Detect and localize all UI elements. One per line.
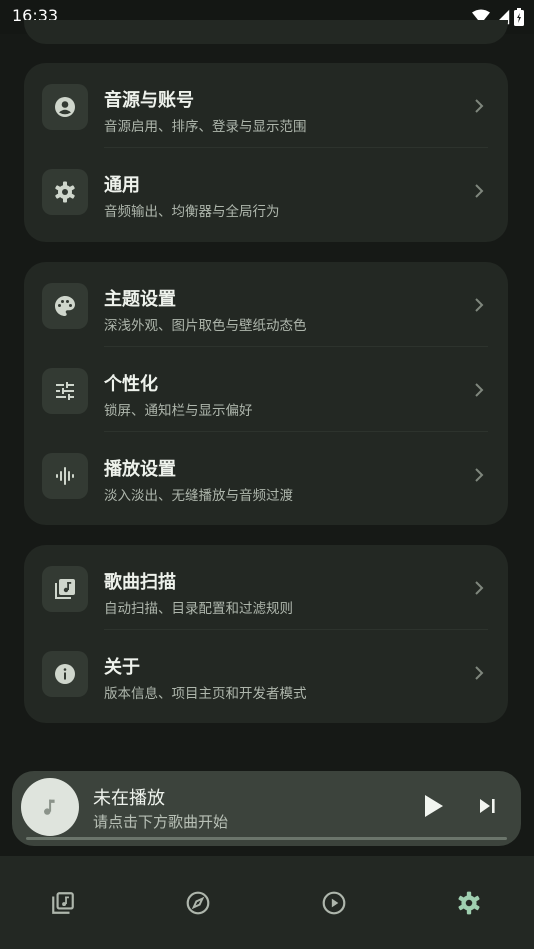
play-circle-icon xyxy=(322,891,346,915)
library-icon xyxy=(52,892,74,914)
tab-settings[interactable] xyxy=(424,876,514,932)
album-cover xyxy=(21,778,79,836)
tab-now-playing[interactable] xyxy=(289,876,379,932)
previous-card-edge xyxy=(24,20,508,44)
settings-item-playback[interactable]: 播放设置 淡入淡出、无缝播放与音频过渡 xyxy=(24,432,508,517)
item-title: 通用 xyxy=(104,175,140,196)
gear-icon xyxy=(42,169,88,215)
chevron-right-icon xyxy=(475,666,484,680)
settings-group-appearance: 主题设置 深浅外观、图片取色与壁纸动态色 个性化 锁屏、通知栏与显示偏好 播放设… xyxy=(24,262,508,525)
item-subtitle: 版本信息、项目主页和开发者模式 xyxy=(104,686,307,702)
battery-icon xyxy=(514,8,524,26)
tune-icon xyxy=(42,368,88,414)
skip-next-button[interactable] xyxy=(477,795,499,817)
tab-discover[interactable] xyxy=(153,876,243,932)
palette-icon xyxy=(42,283,88,329)
waveform-icon xyxy=(42,453,88,499)
settings-item-theme[interactable]: 主题设置 深浅外观、图片取色与壁纸动态色 xyxy=(24,262,508,347)
item-title: 主题设置 xyxy=(104,289,176,310)
chevron-right-icon xyxy=(475,184,484,198)
item-subtitle: 自动扫描、目录配置和过滤规则 xyxy=(104,601,293,617)
settings-item-song-scan[interactable]: 歌曲扫描 自动扫描、目录配置和过滤规则 xyxy=(24,545,508,630)
chevron-right-icon xyxy=(475,468,484,482)
settings-group-accounts: 音源与账号 音源启用、排序、登录与显示范围 通用 音频输出、均衡器与全局行为 xyxy=(24,63,508,242)
now-playing-subtitle: 请点击下方歌曲开始 xyxy=(93,813,229,831)
account-circle-icon xyxy=(42,84,88,130)
item-title: 个性化 xyxy=(104,374,158,395)
item-title: 歌曲扫描 xyxy=(104,572,176,593)
item-subtitle: 音频输出、均衡器与全局行为 xyxy=(104,204,280,220)
item-title: 播放设置 xyxy=(104,459,176,480)
now-playing-title: 未在播放 xyxy=(93,788,165,809)
item-subtitle: 音源启用、排序、登录与显示范围 xyxy=(104,119,307,135)
settings-group-about: 歌曲扫描 自动扫描、目录配置和过滤规则 关于 版本信息、项目主页和开发者模式 xyxy=(24,545,508,723)
info-icon xyxy=(42,651,88,697)
item-subtitle: 锁屏、通知栏与显示偏好 xyxy=(104,403,253,419)
chevron-right-icon xyxy=(475,581,484,595)
music-library-icon xyxy=(42,566,88,612)
gear-icon xyxy=(458,891,480,915)
item-subtitle: 深浅外观、图片取色与壁纸动态色 xyxy=(104,318,307,334)
item-title: 音源与账号 xyxy=(104,90,194,111)
chevron-right-icon xyxy=(475,99,484,113)
settings-item-about[interactable]: 关于 版本信息、项目主页和开发者模式 xyxy=(24,630,508,715)
item-title: 关于 xyxy=(104,657,140,678)
mini-player[interactable]: 未在播放 请点击下方歌曲开始 xyxy=(12,771,521,846)
chevron-right-icon xyxy=(475,298,484,312)
chevron-right-icon xyxy=(475,383,484,397)
item-subtitle: 淡入淡出、无缝播放与音频过渡 xyxy=(104,488,293,504)
music-note-icon xyxy=(44,799,55,815)
settings-item-personalization[interactable]: 个性化 锁屏、通知栏与显示偏好 xyxy=(24,347,508,432)
settings-item-general[interactable]: 通用 音频输出、均衡器与全局行为 xyxy=(24,148,508,233)
play-button[interactable] xyxy=(420,793,446,819)
settings-item-sources-accounts[interactable]: 音源与账号 音源启用、排序、登录与显示范围 xyxy=(24,63,508,148)
compass-icon xyxy=(186,891,210,915)
bottom-navigation xyxy=(0,856,534,949)
playback-progress[interactable] xyxy=(26,837,507,840)
tab-library[interactable] xyxy=(18,876,108,932)
